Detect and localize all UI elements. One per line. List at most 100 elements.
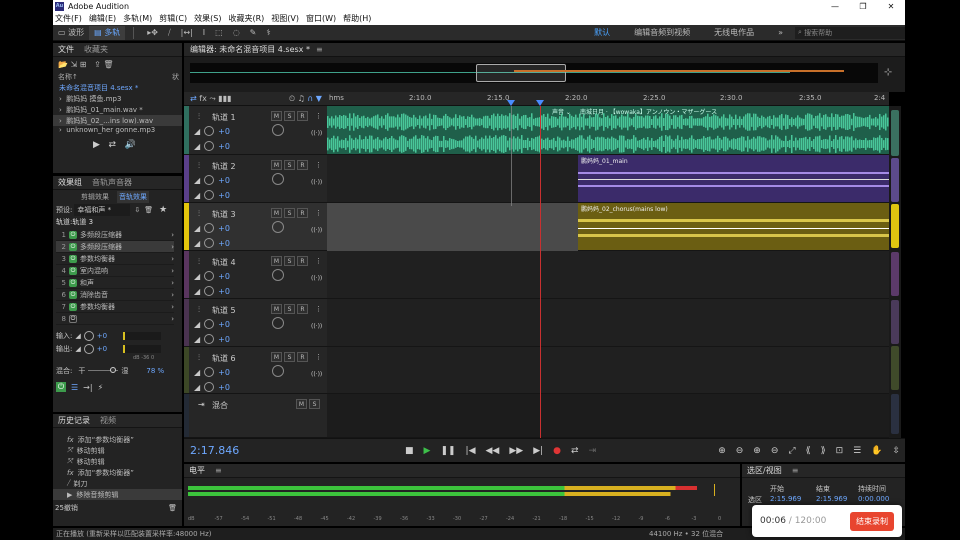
track-header-7[interactable]: ⇥ 混合 MS	[184, 394, 327, 438]
menu-help[interactable]: 帮助(H)	[343, 13, 371, 24]
menu-view[interactable]: 视图(V)	[271, 13, 299, 24]
close-button[interactable]: ✕	[877, 2, 905, 11]
pan-knob[interactable]	[204, 190, 215, 200]
more-options-icon[interactable]: ⋮	[315, 161, 322, 169]
current-time[interactable]: 2:17.846	[190, 444, 400, 457]
sends-icon[interactable]: ⤳	[209, 94, 218, 104]
metronome-icon[interactable]: ♫	[298, 94, 308, 103]
volume-value[interactable]: +0	[218, 368, 230, 377]
pan-value[interactable]: +0	[218, 239, 230, 248]
volume-knob[interactable]	[204, 175, 215, 185]
new-file-icon[interactable]: ⊞	[80, 60, 94, 69]
search-help-input[interactable]: ⌕ 搜索帮助	[795, 26, 905, 39]
tab-history[interactable]: 历史记录	[58, 415, 90, 426]
history-item[interactable]: fx 添加“参数均衡器”	[53, 434, 182, 445]
chevron-right-icon[interactable]: ›	[171, 255, 174, 263]
timecode-icon[interactable]: ⏲	[289, 94, 298, 104]
panel-menu-icon[interactable]: ≡	[316, 45, 323, 54]
pan-value[interactable]: +0	[218, 142, 230, 151]
save-preset-icon[interactable]: ⇩	[134, 206, 140, 214]
effect-power-icon[interactable]: ⏻	[69, 314, 77, 323]
monitor-input-icon[interactable]	[272, 365, 284, 377]
audio-clip[interactable]: 鹏妈妈_01_main	[578, 155, 889, 202]
chevron-right-icon[interactable]: ›	[171, 315, 174, 323]
clear-history-icon[interactable]: 🗑	[168, 504, 177, 512]
track-name[interactable]: 轨道 4	[212, 257, 236, 268]
more-options-icon[interactable]: ⋮	[315, 112, 322, 120]
track-name[interactable]: 轨道 5	[212, 305, 236, 316]
volume-value[interactable]: +0	[218, 176, 230, 185]
mix-slider-thumb[interactable]	[110, 367, 117, 373]
monitor-input-icon[interactable]	[272, 124, 284, 136]
menu-edit[interactable]: 编辑(E)	[89, 13, 116, 24]
timeline-ruler[interactable]: hms 2:10.0 2:15.0 2:20.0 2:25.0 2:30.0 2…	[327, 92, 889, 106]
file-item[interactable]: › 鹏妈妈_02_...ins low).wav	[53, 115, 182, 126]
record-arm-button[interactable]: R	[297, 352, 308, 362]
volume-knob[interactable]	[204, 319, 215, 329]
chevron-right-icon[interactable]: ›	[171, 231, 174, 239]
file-item[interactable]: › unknown_her gonne.mp3	[53, 126, 182, 134]
solo-button[interactable]: S	[284, 352, 295, 362]
menu-clip[interactable]: 剪辑(C)	[159, 13, 187, 24]
zoom-window-handle[interactable]	[476, 64, 566, 82]
input-monitor-icon[interactable]: ((·))	[311, 323, 322, 330]
tab-levels[interactable]: 电平	[189, 465, 205, 476]
panel-menu-icon[interactable]: ≡	[215, 466, 222, 475]
file-item[interactable]: › 鹏妈妈 摸鱼.mp3	[53, 93, 182, 104]
history-item[interactable]: ⧸ 剃刀	[53, 478, 182, 489]
mix-value[interactable]: 78 %	[146, 367, 164, 375]
tab-effects-rack[interactable]: 效果组	[58, 177, 82, 188]
vertical-scrollbar[interactable]	[889, 106, 901, 438]
record-arm-button[interactable]: R	[297, 111, 308, 121]
tab-video[interactable]: 视频	[100, 415, 116, 426]
effect-slot[interactable]: 7 ⏻ 参数均衡器 ›	[56, 301, 174, 313]
razor-tool-icon[interactable]: ⧸	[163, 26, 176, 40]
audio-clip[interactable]: 鹏妈妈_02_chorus(mains low)	[578, 203, 889, 250]
playhead[interactable]	[540, 106, 541, 438]
effect-power-icon[interactable]: ⏻	[69, 302, 77, 311]
zoom-in-time-icon[interactable]: ⊕	[753, 446, 761, 456]
healing-tool-icon[interactable]: ⚕	[261, 26, 275, 40]
loop-playback-icon[interactable]: ⇄	[571, 446, 579, 456]
solo-button[interactable]: S	[284, 111, 295, 121]
pan-value[interactable]: +0	[218, 335, 230, 344]
delete-preset-icon[interactable]: 🗑	[144, 206, 153, 214]
export-icon[interactable]: ⇪	[94, 60, 103, 69]
volume-envelope[interactable]	[578, 179, 889, 180]
volume-envelope[interactable]	[578, 228, 889, 229]
effect-slot[interactable]: 6 ⏻ 消除齿音 ›	[56, 289, 174, 301]
marker-tool-icon[interactable]: ▼	[316, 94, 327, 103]
effect-power-icon[interactable]: ⏻	[69, 242, 77, 251]
chevron-right-icon[interactable]: ›	[171, 291, 174, 299]
effect-slot[interactable]: 3 ⏻ 参数均衡器 ›	[56, 253, 174, 265]
more-options-icon[interactable]: ⋮	[315, 257, 322, 265]
monitor-input-icon[interactable]	[272, 269, 284, 281]
input-monitor-icon[interactable]: ((·))	[311, 227, 322, 234]
volume-value[interactable]: +0	[218, 272, 230, 281]
tab-clip-effects[interactable]: 剪辑效果	[81, 192, 109, 202]
record-arm-button[interactable]: R	[297, 304, 308, 314]
tab-track-mixer[interactable]: 音轨声音器	[92, 177, 132, 188]
favorite-star-icon[interactable]: ★	[159, 205, 167, 215]
mute-button[interactable]: M	[271, 160, 282, 170]
effect-power-icon[interactable]: ⏻	[69, 266, 77, 275]
volume-knob[interactable]	[204, 223, 215, 233]
apply-icon[interactable]: ⚡	[98, 383, 104, 392]
menu-effects[interactable]: 效果(S)	[194, 13, 221, 24]
record-arm-button[interactable]: R	[297, 160, 308, 170]
effect-power-icon[interactable]: ⏻	[69, 290, 77, 299]
effect-slot[interactable]: 5 ⏻ 和声 ›	[56, 277, 174, 289]
chevron-right-icon[interactable]: ›	[171, 303, 174, 311]
effect-power-icon[interactable]: ⏻	[69, 254, 77, 263]
track-lane-5[interactable]	[327, 299, 889, 347]
end-recording-button[interactable]: 结束录制	[850, 511, 894, 531]
input-knob[interactable]	[83, 330, 94, 341]
workspace-default[interactable]: 默认	[594, 27, 610, 38]
track-header-6[interactable]: ⫶ 轨道 6 MSR ⋮ ◢ +0 ◢ +0 ((·))	[184, 347, 327, 394]
pan-value[interactable]: +0	[218, 383, 230, 392]
mute-button[interactable]: M	[271, 111, 282, 121]
more-options-icon[interactable]: ⋮	[315, 209, 322, 217]
volume-knob[interactable]	[204, 367, 215, 377]
mix-slider[interactable]	[88, 367, 119, 373]
solo-button[interactable]: S	[284, 160, 295, 170]
